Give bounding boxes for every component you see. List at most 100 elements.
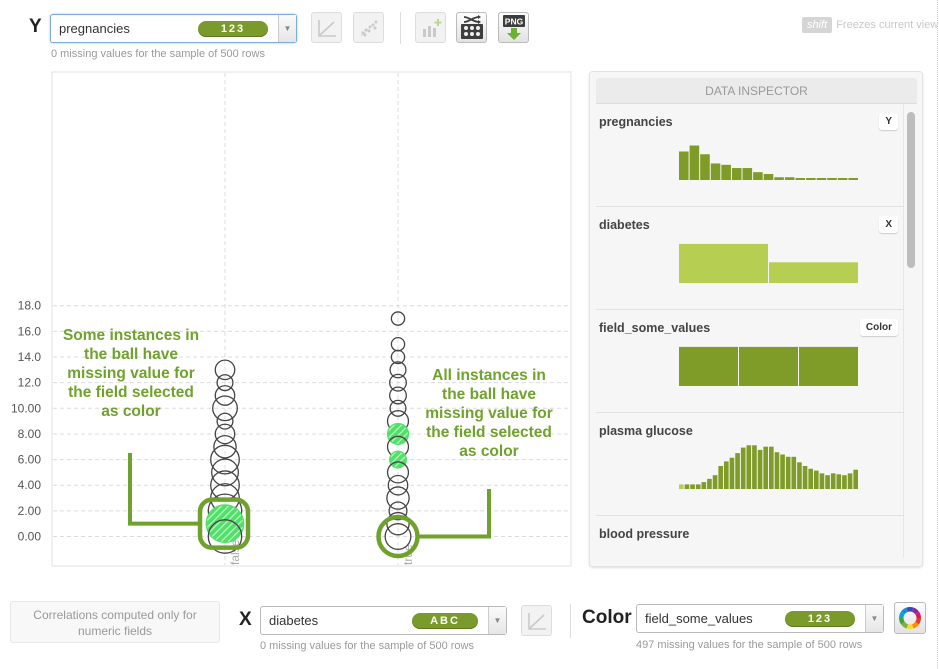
histogram-bar bbox=[721, 164, 731, 180]
annotation-all-missing: All instances in the ball have missing v… bbox=[425, 367, 553, 460]
histogram-bar bbox=[712, 475, 718, 489]
y-tick-label: 8.00 bbox=[18, 427, 42, 441]
inspector-field-item[interactable]: diabetes X bbox=[596, 207, 903, 310]
histogram-bar bbox=[799, 346, 858, 386]
histogram-bar bbox=[679, 346, 738, 386]
shift-freeze-hint: shift Freezes current view bbox=[802, 17, 938, 33]
line-chart-icon bbox=[527, 612, 546, 630]
inspector-field-name: pregnancies bbox=[599, 115, 673, 129]
color-field-select[interactable]: field_some_values 123 ▼ bbox=[636, 604, 884, 633]
scatter-icon bbox=[360, 20, 378, 36]
inspector-field-item[interactable]: field_some_values Color bbox=[596, 310, 903, 413]
y-tick-label: 18.0 bbox=[18, 299, 42, 313]
histogram-bar bbox=[819, 473, 825, 489]
inspector-field-item[interactable]: plasma glucose bbox=[596, 413, 903, 516]
histogram-bar bbox=[679, 484, 684, 489]
bottom-divider bbox=[570, 604, 571, 638]
bar-add-icon bbox=[422, 18, 441, 37]
histogram-bar bbox=[780, 454, 785, 489]
histogram-bar bbox=[769, 446, 774, 489]
histogram-bar bbox=[701, 482, 707, 489]
histogram-bar bbox=[684, 484, 690, 489]
chevron-down-icon[interactable]: ▼ bbox=[865, 605, 883, 632]
color-field-value: field_some_values bbox=[645, 611, 753, 626]
inspector-field-role-tag[interactable]: Color bbox=[859, 319, 898, 336]
color-palette-button[interactable] bbox=[894, 602, 926, 634]
shuffle-grid-icon bbox=[460, 14, 483, 39]
histogram-bar bbox=[842, 475, 847, 489]
data-inspector-title: DATA INSPECTOR bbox=[596, 78, 917, 104]
chevron-down-icon[interactable]: ▼ bbox=[488, 607, 506, 634]
x-missing-note: 0 missing values for the sample of 500 r… bbox=[260, 640, 474, 652]
y-tick-labels: 18.0 16.0 14.0 12.0 10.00 8.00 6.00 4.00 2.00 0.0… bbox=[11, 299, 41, 544]
x-regression-button[interactable] bbox=[521, 605, 552, 636]
histogram-bar bbox=[816, 178, 827, 180]
histogram-bar bbox=[853, 469, 858, 489]
histogram-bar bbox=[825, 475, 830, 489]
field-histogram bbox=[679, 243, 858, 283]
histogram-bar bbox=[731, 168, 742, 180]
export-png-button[interactable]: PNG bbox=[498, 12, 529, 43]
correlation-note: Correlations computed only for numeric f… bbox=[10, 601, 220, 643]
histogram-bar bbox=[795, 178, 806, 180]
right-edge-divider bbox=[937, 0, 938, 669]
y-field-select[interactable]: pregnancies 123 ▼ bbox=[50, 14, 297, 43]
histogram-bar bbox=[679, 243, 768, 283]
regression-line-button[interactable] bbox=[311, 12, 342, 43]
toolbar-divider bbox=[400, 12, 401, 44]
inspector-field-name: field_some_values bbox=[599, 321, 711, 335]
histogram-bar bbox=[718, 466, 723, 489]
scatter-trend-button[interactable] bbox=[353, 12, 384, 43]
inspector-field-role-tag[interactable]: X bbox=[879, 216, 898, 233]
x-field-select[interactable]: diabetes ABC ▼ bbox=[260, 606, 507, 635]
inspector-scrollbar[interactable] bbox=[907, 112, 915, 268]
inspector-field-item[interactable]: pregnancies Y bbox=[596, 104, 903, 207]
histogram-bar bbox=[690, 484, 695, 489]
shift-key-badge: shift bbox=[802, 17, 833, 33]
histogram-bar bbox=[724, 461, 729, 489]
histogram-bar bbox=[679, 151, 689, 180]
x-axis-label: X bbox=[239, 609, 252, 630]
histogram-bar bbox=[763, 174, 774, 180]
histogram-bar bbox=[774, 177, 784, 180]
histogram-bar bbox=[735, 453, 740, 489]
histogram-bar bbox=[827, 178, 837, 180]
histogram-bar bbox=[814, 470, 819, 489]
histogram-bar bbox=[752, 445, 757, 489]
data-point[interactable] bbox=[205, 504, 245, 544]
field-histogram bbox=[679, 346, 858, 386]
y-type-badge: 123 bbox=[198, 20, 268, 37]
inspector-field-name: plasma glucose bbox=[599, 424, 693, 438]
inspector-field-list[interactable]: pregnancies Ydiabetes X field_some_values Co… bbox=[596, 104, 904, 558]
color-wheel-icon bbox=[899, 607, 921, 629]
histogram-bar bbox=[806, 178, 816, 180]
png-label: PNG bbox=[504, 16, 523, 26]
histogram-bar bbox=[769, 262, 858, 283]
inspector-field-name: blood pressure bbox=[599, 527, 690, 541]
histogram-bar bbox=[739, 346, 798, 386]
field-histogram bbox=[679, 445, 858, 489]
y-tick-label: 16.0 bbox=[18, 324, 42, 338]
data-point[interactable] bbox=[389, 450, 407, 469]
add-histogram-button[interactable] bbox=[415, 12, 446, 43]
histogram-bar bbox=[700, 154, 710, 180]
y-field-value: pregnancies bbox=[59, 21, 130, 36]
shuffle-sample-button[interactable] bbox=[456, 12, 487, 43]
data-inspector-panel: DATA INSPECTOR pregnancies Ydiabetes Xfiel… bbox=[589, 71, 923, 567]
histogram-bar bbox=[740, 447, 746, 489]
color-type-badge: 123 bbox=[785, 610, 855, 627]
y-tick-label: 14.0 bbox=[18, 350, 42, 364]
histogram-bar bbox=[689, 145, 700, 180]
histogram-bar bbox=[791, 456, 797, 489]
chevron-down-icon[interactable]: ▼ bbox=[278, 15, 296, 42]
scatter-plot[interactable]: 18.0 16.0 14.0 12.0 10.00 8.00 6.00 4.00 2.00 0.0… bbox=[0, 62, 580, 572]
color-axis-label: Color bbox=[582, 607, 632, 628]
y-tick-label: 2.00 bbox=[18, 504, 42, 518]
data-point[interactable] bbox=[386, 422, 410, 446]
inspector-field-role-tag[interactable]: Y bbox=[879, 113, 898, 130]
histogram-bar bbox=[753, 172, 763, 180]
histogram-bar bbox=[707, 478, 712, 489]
shift-hint-text: Freezes current view bbox=[836, 19, 939, 31]
inspector-field-item[interactable]: blood pressure bbox=[596, 516, 903, 558]
field-histogram bbox=[679, 145, 858, 180]
